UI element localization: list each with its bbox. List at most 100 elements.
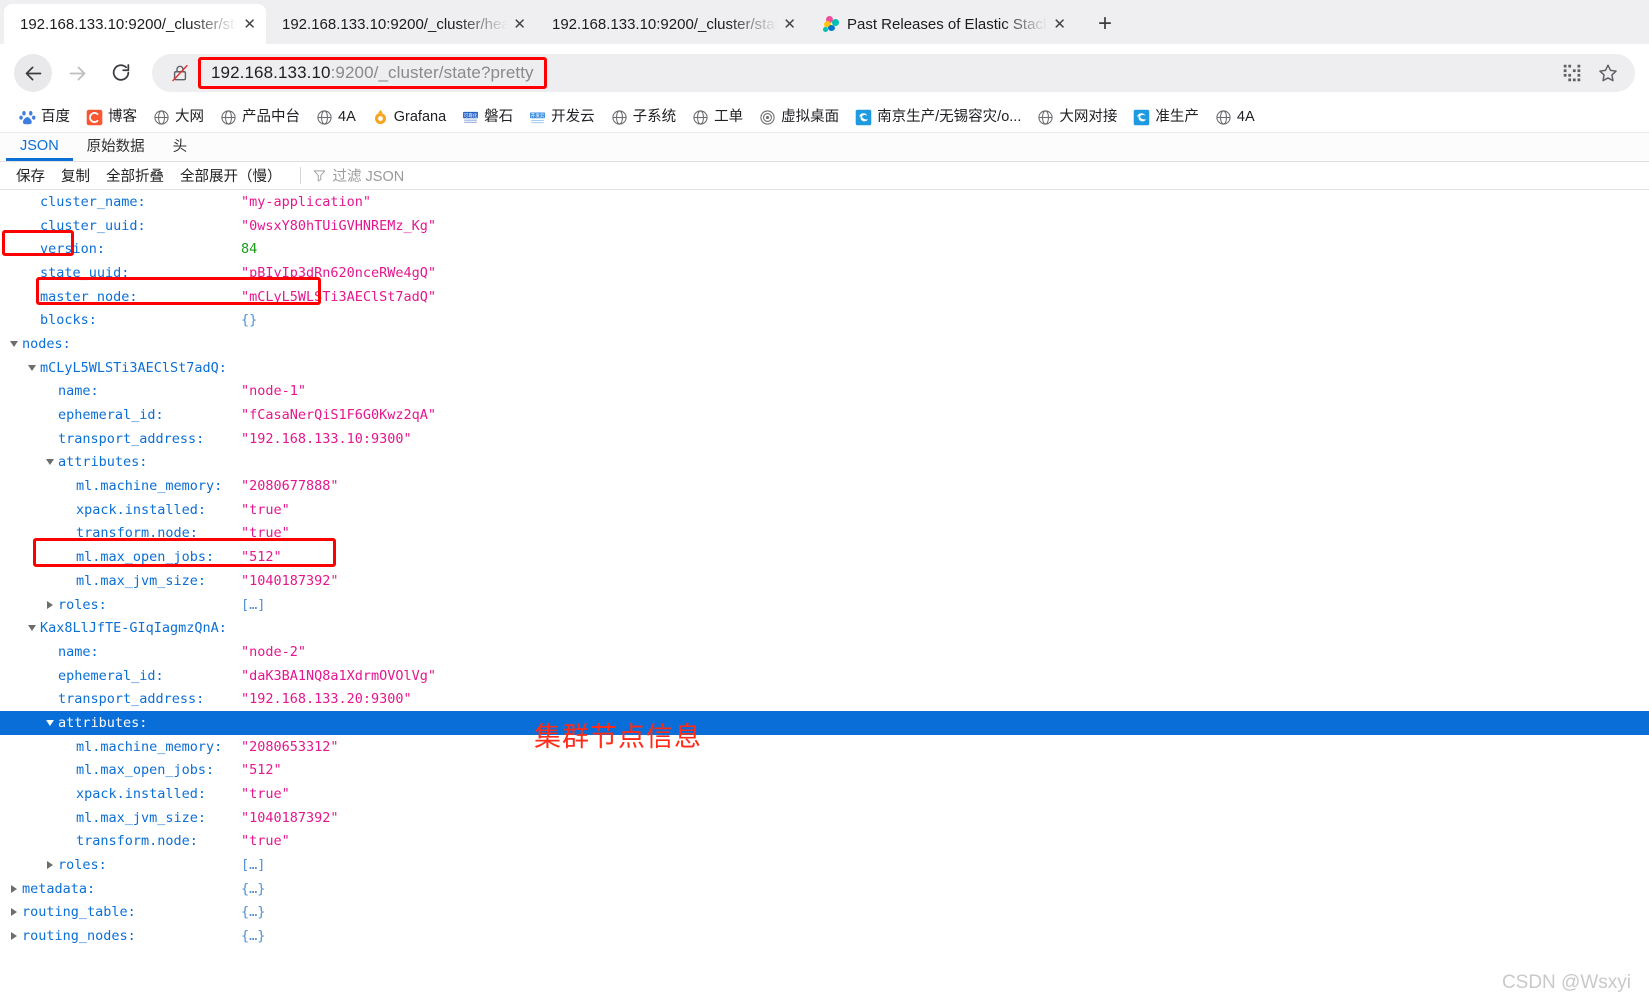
bookmark-ticket[interactable]: 工单 [685, 106, 750, 129]
browser-tab-2-close-icon[interactable]: ✕ [783, 17, 796, 32]
not-secure-lock-icon[interactable] [170, 63, 190, 83]
json-row-xpack.installed[interactable]: xpack.installed: "true" [0, 498, 1649, 522]
bookmark-dawang-docking-label: 大网对接 [1059, 108, 1118, 125]
bookmark-4a-second-label: 4A [1236, 108, 1255, 125]
json-row-ml.max_open_jobs[interactable]: ml.max_open_jobs: "512" [0, 759, 1649, 783]
chevron-right-icon[interactable] [44, 861, 56, 870]
json-value: "mCLyL5WLSTi3AEClSt7adQ" [241, 288, 437, 305]
chevron-right-icon[interactable] [8, 884, 20, 893]
json-key: Kax8LlJfTE-GIqIagmzQnA: [40, 620, 227, 637]
json-row-attributes[interactable]: attributes: [0, 451, 1649, 475]
json-row-master_node[interactable]: master_node: "mCLyL5WLSTi3AEClSt7adQ" [0, 285, 1649, 309]
browser-tab-1[interactable]: 192.168.133.10:9200/_cluster/hea ✕ [266, 4, 536, 44]
reload-button[interactable] [102, 54, 140, 92]
json-row-ml.machine_memory[interactable]: ml.machine_memory: "2080677888" [0, 474, 1649, 498]
chevron-right-icon[interactable] [8, 908, 20, 917]
back-arrow-icon [25, 66, 41, 80]
tab-raw-data[interactable]: 原始数据 [73, 133, 159, 161]
expand-all-button[interactable]: 全部展开（慢） [174, 163, 288, 188]
browser-tab-2[interactable]: 192.168.133.10:9200/_cluster/stat ✕ [536, 4, 806, 44]
globe-icon [693, 109, 708, 125]
bookmark-4a-second[interactable]: 4A [1208, 106, 1262, 129]
star-icon[interactable] [1597, 62, 1619, 84]
json-row-ml.max_open_jobs[interactable]: ml.max_open_jobs: "512" [0, 545, 1649, 569]
json-row-cluster_uuid[interactable]: cluster_uuid: "0wsxY80hTUiGVHNREMz_Kg" [0, 214, 1649, 238]
chevron-right-icon[interactable] [44, 600, 56, 609]
json-row-routing_table[interactable]: routing_table: {…} [0, 901, 1649, 925]
json-content-area[interactable]: cluster_name: "my-application" cluster_uui… [0, 190, 1649, 1006]
json-row-name[interactable]: name: "node-2" [0, 640, 1649, 664]
back-button[interactable] [14, 54, 52, 92]
browser-tab-3-close-icon[interactable]: ✕ [1053, 17, 1066, 32]
collapse-all-button[interactable]: 全部折叠 [100, 163, 170, 188]
json-row-ml.max_jvm_size[interactable]: ml.max_jvm_size: "1040187392" [0, 806, 1649, 830]
tab-headers[interactable]: 头 [159, 133, 202, 161]
browser-tab-0-close-icon[interactable]: ✕ [243, 17, 256, 32]
edge-icon [1134, 109, 1150, 125]
json-row-name[interactable]: name: "node-1" [0, 380, 1649, 404]
browser-tab-3[interactable]: Past Releases of Elastic Stack ✕ [806, 4, 1076, 44]
filter-json-input[interactable]: 过滤 JSON [313, 165, 404, 186]
chevron-right-icon[interactable] [8, 932, 20, 941]
json-key: metadata: [22, 880, 96, 897]
browser-tab-1-close-icon[interactable]: ✕ [513, 17, 526, 32]
bookmark-blog[interactable]: 博客 [79, 106, 144, 129]
bookmark-baidu[interactable]: 百度 [12, 106, 77, 129]
save-button[interactable]: 保存 [10, 163, 51, 188]
copy-button[interactable]: 复制 [55, 163, 96, 188]
json-key: ephemeral_id: [58, 667, 164, 684]
json-row-version[interactable]: version: 84 [0, 237, 1649, 261]
bookmarks-bar: 百度 博客 大网 产品中台 4A Grafana 可靠化 磐石 开发云 开发云 … [0, 102, 1649, 133]
chevron-down-icon[interactable] [8, 340, 20, 347]
json-row-ephemeral_id[interactable]: ephemeral_id: "fCasaNerQiS1F6G0Kwz2qA" [0, 403, 1649, 427]
json-row-Kax8LlJfTE-GIqIagmzQnA[interactable]: Kax8LlJfTE-GIqIagmzQnA: [0, 616, 1649, 640]
bookmark-virtual-desktop[interactable]: 虚拟桌面 [752, 106, 846, 129]
json-row-transport_address[interactable]: transport_address: "192.168.133.20:9300" [0, 687, 1649, 711]
chevron-down-icon[interactable] [44, 459, 56, 466]
bookmark-product-platform[interactable]: 产品中台 [213, 106, 307, 129]
browser-tab-2-title: 192.168.133.10:9200/_cluster/stat [552, 15, 778, 33]
bookmark-4a-first[interactable]: 4A [309, 106, 363, 129]
json-row-attributes[interactable]: attributes: [0, 711, 1649, 735]
json-key: transform.node: [76, 525, 198, 542]
bookmark-preprod[interactable]: 准生产 [1126, 106, 1206, 129]
json-row-roles[interactable]: roles: […] [0, 593, 1649, 617]
new-tab-button[interactable]: + [1088, 7, 1122, 41]
json-value: "192.168.133.20:9300" [241, 691, 412, 708]
browser-tab-0[interactable]: 192.168.133.10:9200/_cluster/stat ✕ [4, 4, 266, 44]
chevron-down-icon[interactable] [26, 364, 38, 371]
qr-code-icon[interactable] [1561, 62, 1583, 84]
json-row-ml.max_jvm_size[interactable]: ml.max_jvm_size: "1040187392" [0, 569, 1649, 593]
json-row-routing_nodes[interactable]: routing_nodes: {…} [0, 924, 1649, 948]
bookmark-panshi[interactable]: 可靠化 磐石 [455, 106, 520, 129]
url-highlight-box[interactable]: 192.168.133.10:9200/_cluster/state?prett… [198, 57, 547, 89]
omnibox[interactable]: 192.168.133.10:9200/_cluster/state?prett… [152, 54, 1635, 92]
bookmark-nanjing-prod[interactable]: 南京生产/无锡容灾/o... [848, 106, 1028, 129]
json-row-transform.node[interactable]: transform.node: "true" [0, 522, 1649, 546]
json-row-ml.machine_memory[interactable]: ml.machine_memory: "2080653312" [0, 735, 1649, 759]
json-row-ephemeral_id[interactable]: ephemeral_id: "daK3BA1NQ8a1XdrmOVOlVg" [0, 664, 1649, 688]
tab-json[interactable]: JSON [6, 133, 73, 161]
json-row-transport_address[interactable]: transport_address: "192.168.133.10:9300" [0, 427, 1649, 451]
json-value: "2080653312" [241, 738, 339, 755]
bookmark-dawang[interactable]: 大网 [146, 106, 211, 129]
json-row-blocks[interactable]: blocks: {} [0, 308, 1649, 332]
json-row-nodes[interactable]: nodes: [0, 332, 1649, 356]
bookmark-subsystem[interactable]: 子系统 [604, 106, 684, 129]
json-row-roles[interactable]: roles: […] [0, 853, 1649, 877]
json-key: state_uuid: [40, 264, 130, 281]
json-row-cluster_name[interactable]: cluster_name: "my-application" [0, 190, 1649, 214]
chevron-down-icon[interactable] [44, 719, 56, 726]
bookmark-kaifayun[interactable]: 开发云 开发云 [522, 106, 602, 129]
forward-button[interactable] [58, 54, 96, 92]
chevron-down-icon[interactable] [26, 625, 38, 632]
json-key: ephemeral_id: [58, 407, 164, 424]
json-row-state_uuid[interactable]: state_uuid: "pBIyIp3dRn620nceRWe4gQ" [0, 261, 1649, 285]
funnel-icon [313, 170, 325, 182]
json-row-mCLyL5WLSTi3AEClSt7adQ[interactable]: mCLyL5WLSTi3AEClSt7adQ: [0, 356, 1649, 380]
bookmark-dawang-docking[interactable]: 大网对接 [1030, 106, 1124, 129]
bookmark-grafana[interactable]: Grafana [365, 106, 453, 129]
json-row-transform.node[interactable]: transform.node: "true" [0, 830, 1649, 854]
json-row-xpack.installed[interactable]: xpack.installed: "true" [0, 782, 1649, 806]
json-row-metadata[interactable]: metadata: {…} [0, 877, 1649, 901]
